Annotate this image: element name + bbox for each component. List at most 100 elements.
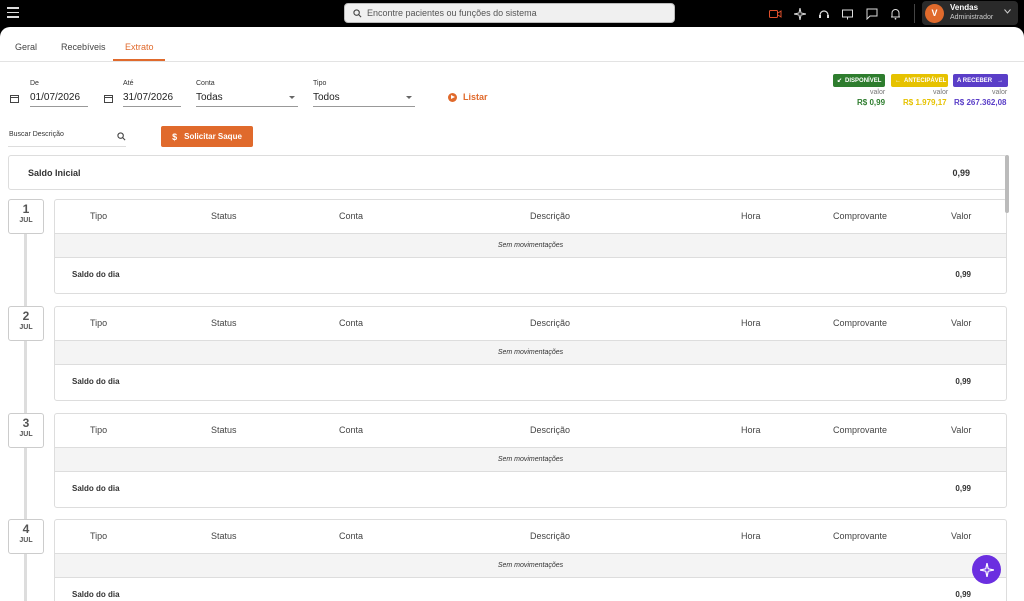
global-search-input[interactable] xyxy=(367,8,657,18)
day-marker: 1 JUL xyxy=(8,199,44,234)
headset-icon[interactable] xyxy=(816,6,831,21)
caret-down-icon xyxy=(289,96,295,99)
col-comprovante: Comprovante xyxy=(833,425,888,435)
global-search[interactable] xyxy=(344,3,675,23)
saldo-dia-value: 0,99 xyxy=(955,270,971,279)
antecipavel-sub: valor xyxy=(933,89,949,96)
col-conta: Conta xyxy=(339,211,364,221)
day-number: 4 xyxy=(22,522,30,536)
col-descricao: Descrição xyxy=(530,425,571,435)
main-panel: Geral Recebíveis Extrato De 01/07/2026 A… xyxy=(0,27,1024,601)
empty-state: Sem movimentações xyxy=(55,341,1006,365)
col-tipo: Tipo xyxy=(90,531,108,541)
listar-label: Listar xyxy=(463,92,488,102)
col-descricao: Descrição xyxy=(530,531,571,541)
tipo-label: Tipo xyxy=(313,80,327,87)
table-header: Tipo Status Conta Descrição Hora Comprov… xyxy=(55,520,1006,554)
col-comprovante: Comprovante xyxy=(833,318,888,328)
disponivel-badge[interactable]: ↙ DISPONÍVEL xyxy=(833,74,885,87)
arrow-right-icon: → xyxy=(997,77,1004,84)
solicitar-saque-label: Solicitar Saque xyxy=(184,132,242,141)
tab-extrato[interactable]: Extrato xyxy=(125,42,154,52)
ate-label: Até xyxy=(123,80,134,87)
tab-bar: Geral Recebíveis Extrato xyxy=(0,27,1024,62)
col-conta: Conta xyxy=(339,318,364,328)
disponivel-sub: valor xyxy=(870,89,886,96)
saldo-dia-value: 0,99 xyxy=(955,377,971,386)
saldo-dia-label: Saldo do dia xyxy=(72,377,120,386)
col-hora: Hora xyxy=(741,318,761,328)
tab-geral[interactable]: Geral xyxy=(15,42,37,52)
a-receber-sub: valor xyxy=(992,89,1008,96)
antecipavel-value: R$ 1.979,17 xyxy=(903,98,947,107)
table-header: Tipo Status Conta Descrição Hora Comprov… xyxy=(55,414,1006,448)
day-month: JUL xyxy=(19,324,33,331)
search-icon[interactable] xyxy=(117,132,126,141)
search-icon xyxy=(353,8,362,17)
a-receber-badge-label: A RECEBER xyxy=(957,77,993,84)
bell-icon[interactable] xyxy=(888,6,903,21)
col-tipo: Tipo xyxy=(90,425,108,435)
chevron-down-icon xyxy=(1004,9,1011,14)
saldo-inicial-value: 0,99 xyxy=(952,168,970,178)
empty-state: Sem movimentações xyxy=(55,448,1006,472)
a-receber-value: R$ 267.362,08 xyxy=(954,98,1007,107)
calendar-icon xyxy=(10,95,19,103)
de-label: De xyxy=(30,80,39,87)
disponivel-badge-label: DISPONÍVEL xyxy=(845,77,882,84)
day-marker: 4 JUL xyxy=(8,519,44,554)
caret-down-icon xyxy=(406,96,412,99)
top-bar: V Vendas Administrador xyxy=(0,0,1024,27)
solicitar-saque-button[interactable]: $ Solicitar Saque xyxy=(161,126,253,147)
buscar-descricao-label: Buscar Descrição xyxy=(9,131,64,138)
saldo-dia-label: Saldo do dia xyxy=(72,484,120,493)
chat-icon[interactable] xyxy=(864,6,879,21)
col-hora: Hora xyxy=(741,425,761,435)
tipo-select[interactable]: Todos xyxy=(313,89,415,107)
sparkle-icon[interactable] xyxy=(792,6,807,21)
dollar-icon: $ xyxy=(172,131,178,142)
col-comprovante: Comprovante xyxy=(833,211,888,221)
menu-icon[interactable] xyxy=(7,7,19,19)
a-receber-badge[interactable]: A RECEBER → xyxy=(953,74,1008,87)
col-status: Status xyxy=(211,531,237,541)
tab-recebiveis[interactable]: Recebíveis xyxy=(61,42,106,52)
saldo-inicial-label: Saldo Inicial xyxy=(28,168,81,178)
col-valor: Valor xyxy=(951,318,972,328)
assistant-fab[interactable] xyxy=(972,555,1001,584)
listar-button[interactable]: Listar xyxy=(448,92,488,102)
day-month: JUL xyxy=(19,431,33,438)
user-menu[interactable]: V Vendas Administrador xyxy=(922,1,1018,25)
calendar-icon xyxy=(104,95,113,103)
saldo-inicial-row: Saldo Inicial 0,99 xyxy=(8,155,1007,190)
saldo-dia-value: 0,99 xyxy=(955,590,971,599)
col-hora: Hora xyxy=(741,531,761,541)
avatar: V xyxy=(925,3,944,23)
col-conta: Conta xyxy=(339,531,364,541)
table-header: Tipo Status Conta Descrição Hora Comprov… xyxy=(55,307,1006,341)
user-role: Administrador xyxy=(950,14,994,21)
video-icon[interactable] xyxy=(768,6,783,21)
day-card: Tipo Status Conta Descrição Hora Comprov… xyxy=(54,306,1007,401)
ate-date-field[interactable]: 31/07/2026 xyxy=(123,89,181,107)
table-header: Tipo Status Conta Descrição Hora Comprov… xyxy=(55,200,1006,234)
day-number: 3 xyxy=(22,416,30,430)
day-number: 1 xyxy=(22,202,30,216)
tipo-select-value: Todos xyxy=(313,92,340,103)
user-name: Vendas xyxy=(950,3,979,12)
conta-select[interactable]: Todas xyxy=(196,89,298,107)
day-marker: 2 JUL xyxy=(8,306,44,341)
empty-state: Sem movimentações xyxy=(55,234,1006,258)
check-icon: ↙ xyxy=(837,78,843,84)
col-valor: Valor xyxy=(951,425,972,435)
de-date-field[interactable]: 01/07/2026 xyxy=(30,89,88,107)
col-comprovante: Comprovante xyxy=(833,531,888,541)
day-card: Tipo Status Conta Descrição Hora Comprov… xyxy=(54,519,1007,601)
monitor-icon[interactable] xyxy=(840,6,855,21)
antecipavel-badge[interactable]: ← ANTECIPÁVEL xyxy=(891,74,948,87)
saldo-dia-label: Saldo do dia xyxy=(72,590,120,599)
scrollbar[interactable] xyxy=(1005,155,1009,213)
buscar-descricao-field[interactable]: Buscar Descrição xyxy=(8,127,126,147)
play-icon xyxy=(448,92,457,102)
col-tipo: Tipo xyxy=(90,211,108,221)
